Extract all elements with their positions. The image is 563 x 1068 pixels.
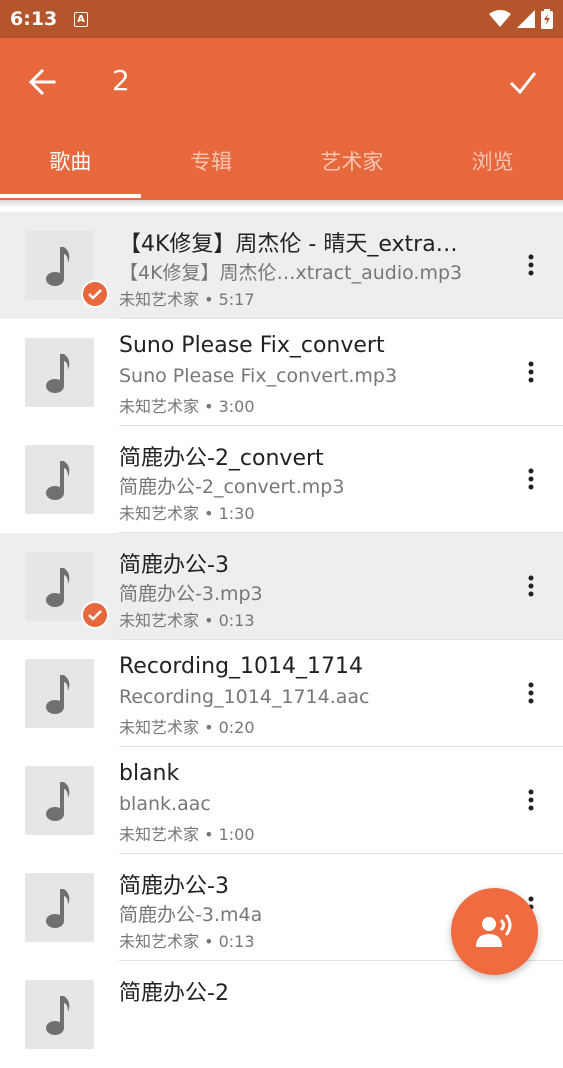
battery-icon	[541, 9, 553, 29]
status-bar: 6:13 A	[0, 0, 563, 38]
more-options-button[interactable]	[519, 357, 543, 387]
selected-check-icon	[81, 280, 109, 308]
song-title: 简鹿办公-3	[119, 553, 229, 578]
music-note-icon	[46, 996, 70, 1035]
song-filename: 简鹿办公-2_convert.mp3	[119, 476, 345, 498]
more-vert-icon	[528, 468, 534, 490]
more-options-button[interactable]	[519, 571, 543, 601]
signal-icon	[517, 10, 535, 28]
music-note-icon	[46, 889, 70, 928]
status-icons	[489, 9, 553, 29]
song-row[interactable]: 简鹿办公-2	[0, 961, 563, 1068]
song-thumbnail	[25, 445, 94, 514]
song-filename: blank.aac	[119, 793, 211, 815]
song-meta: 未知艺术家 • 1:00	[119, 825, 255, 844]
song-row[interactable]: 【4K修复】周杰伦 - 晴天_extra… 【4K修复】周杰伦…xtract_a…	[0, 212, 563, 319]
app-bar: 2 歌曲 专辑 艺术家 浏览	[0, 38, 563, 200]
wifi-icon	[489, 10, 511, 27]
song-row[interactable]: 简鹿办公-2_convert 简鹿办公-2_convert.mp3 未知艺术家 …	[0, 426, 563, 533]
voice-recognition-icon	[476, 914, 512, 947]
more-vert-icon	[528, 361, 534, 383]
status-notification-icon: A	[74, 12, 88, 27]
music-note-icon	[46, 354, 70, 393]
music-note-icon	[46, 247, 70, 286]
voice-search-fab[interactable]	[451, 888, 538, 975]
song-thumbnail	[25, 873, 94, 942]
song-filename: 【4K修复】周杰伦…xtract_audio.mp3	[119, 262, 463, 284]
more-options-button[interactable]	[519, 464, 543, 494]
more-options-button[interactable]	[519, 678, 543, 708]
song-meta: 未知艺术家 • 0:20	[119, 718, 255, 737]
tab-bar: 歌曲 专辑 艺术家 浏览	[0, 138, 563, 200]
selection-count-title: 2	[112, 64, 130, 97]
song-meta: 未知艺术家 • 0:13	[119, 932, 255, 951]
song-filename: 简鹿办公-3.mp3	[119, 583, 263, 605]
tab-browse[interactable]: 浏览	[422, 138, 563, 200]
music-note-icon	[46, 675, 70, 714]
back-button[interactable]	[24, 64, 64, 100]
song-meta: 未知艺术家 • 1:30	[119, 504, 255, 523]
more-options-button[interactable]	[519, 785, 543, 815]
song-thumbnail	[25, 659, 94, 728]
more-vert-icon	[528, 575, 534, 597]
more-vert-icon	[528, 682, 534, 704]
app-bar-shadow	[0, 200, 563, 208]
song-row[interactable]: Suno Please Fix_convert Suno Please Fix_…	[0, 319, 563, 426]
confirm-button[interactable]	[503, 64, 543, 100]
tab-indicator	[0, 194, 141, 198]
song-title: Recording_1014_1714	[119, 654, 364, 679]
selected-check-icon	[81, 601, 109, 629]
tab-songs[interactable]: 歌曲	[0, 138, 141, 200]
song-title: blank	[119, 761, 180, 786]
music-note-icon	[46, 782, 70, 821]
arrow-left-icon	[28, 68, 56, 96]
song-filename: Suno Please Fix_convert.mp3	[119, 365, 398, 387]
song-meta: 未知艺术家 • 5:17	[119, 290, 255, 309]
song-row[interactable]: Recording_1014_1714 Recording_1014_1714.…	[0, 640, 563, 747]
song-title: Suno Please Fix_convert	[119, 333, 385, 358]
tab-albums[interactable]: 专辑	[141, 138, 282, 200]
more-options-button[interactable]	[519, 250, 543, 280]
music-note-icon	[46, 461, 70, 500]
more-vert-icon	[528, 254, 534, 276]
song-title: 简鹿办公-2	[119, 981, 229, 1006]
song-thumbnail	[25, 980, 94, 1049]
song-filename: 简鹿办公-3.m4a	[119, 904, 263, 926]
song-meta: 未知艺术家 • 0:13	[119, 611, 255, 630]
song-filename: Recording_1014_1714.aac	[119, 686, 370, 708]
song-title: 【4K修复】周杰伦 - 晴天_extra…	[119, 232, 458, 257]
song-title: 简鹿办公-2_convert	[119, 446, 324, 471]
music-note-icon	[46, 568, 70, 607]
song-title: 简鹿办公-3	[119, 874, 229, 899]
song-meta: 未知艺术家 • 3:00	[119, 397, 255, 416]
song-thumbnail	[25, 766, 94, 835]
song-row[interactable]: blank blank.aac 未知艺术家 • 1:00	[0, 747, 563, 854]
song-thumbnail	[25, 338, 94, 407]
tab-artists[interactable]: 艺术家	[282, 138, 423, 200]
song-row[interactable]: 简鹿办公-3 简鹿办公-3.mp3 未知艺术家 • 0:13	[0, 533, 563, 640]
more-vert-icon	[528, 789, 534, 811]
status-time: 6:13	[10, 8, 58, 30]
check-icon	[509, 72, 537, 95]
